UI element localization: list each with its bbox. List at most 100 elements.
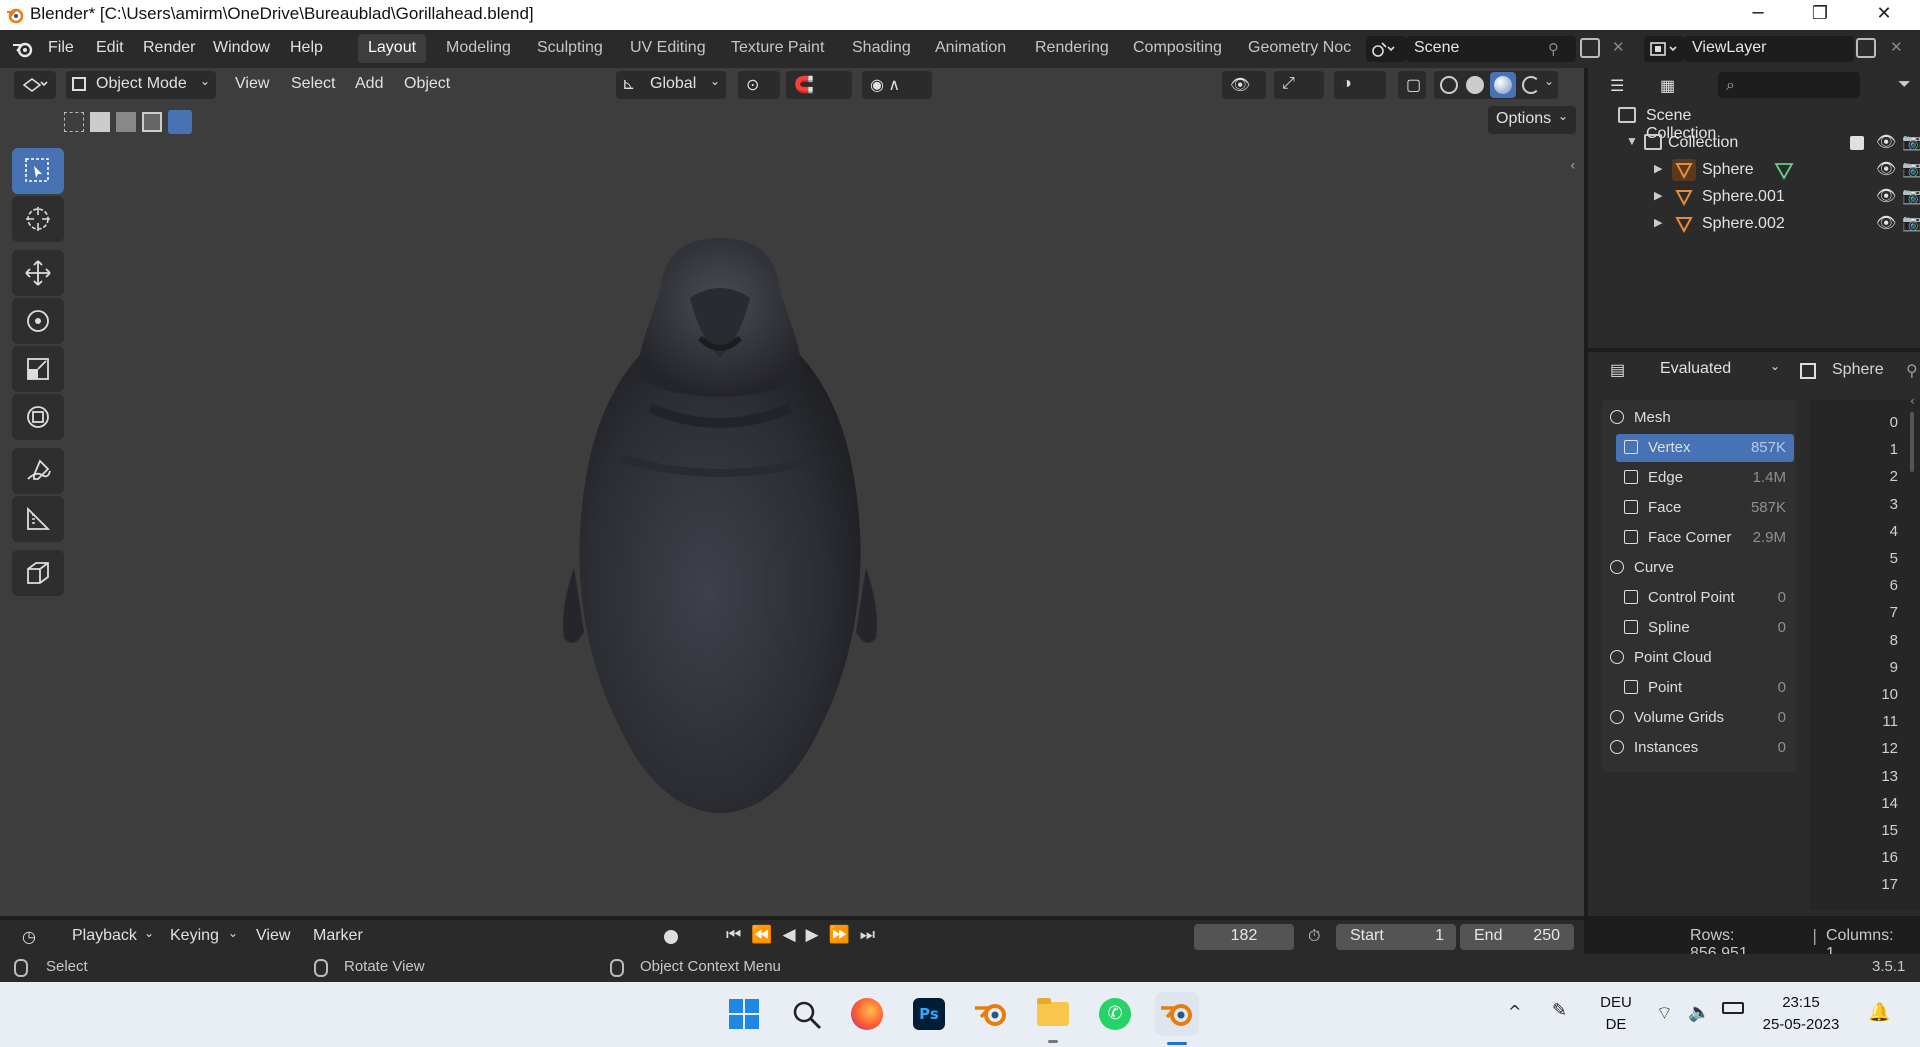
domain-row-volume-grids[interactable]: Volume Grids 0 <box>1602 704 1794 732</box>
keying-menu[interactable]: Keying ⌄ <box>162 923 242 951</box>
delete-viewlayer-icon[interactable]: ✕ <box>1890 38 1903 56</box>
tab-sculpting[interactable]: Sculpting <box>527 34 613 63</box>
new-scene-icon[interactable] <box>1580 38 1600 58</box>
menu-edit[interactable]: Edit <box>96 39 124 57</box>
outliner-search-field[interactable]: ⌕ <box>1718 72 1860 98</box>
filter-icon[interactable]: ⏷ <box>1898 74 1911 94</box>
tool-move[interactable] <box>12 250 64 296</box>
volume-icon[interactable]: 🔈 <box>1688 1002 1710 1023</box>
camera-icon[interactable]: 📷 <box>1902 213 1920 233</box>
tool-scale[interactable] <box>12 346 64 392</box>
outliner-collection[interactable]: ▼ Collection 👁 📷 <box>1626 131 1920 158</box>
domain-row-vertex[interactable]: Vertex 857K <box>1616 434 1794 462</box>
select-extend-icon[interactable] <box>90 112 110 132</box>
menu-view[interactable]: View <box>235 75 269 93</box>
tool-rotate[interactable] <box>12 298 64 344</box>
scene-browse-button[interactable] <box>1366 36 1406 62</box>
chevron-down-icon[interactable]: ⌄ <box>1544 74 1554 88</box>
expand-arrow-icon[interactable]: ▶ <box>1654 189 1662 202</box>
start-frame-field[interactable]: Start 1 <box>1336 924 1456 950</box>
blender-active-icon[interactable] <box>1155 992 1199 1045</box>
language-top[interactable]: DEU <box>1596 994 1636 1011</box>
new-viewlayer-icon[interactable] <box>1856 38 1876 58</box>
pin-icon[interactable]: ⚲ <box>1548 40 1559 58</box>
timeline-marker-menu[interactable]: Marker <box>313 927 363 945</box>
menu-object[interactable]: Object <box>404 75 450 93</box>
expand-arrow-icon[interactable]: ▼ <box>1626 134 1638 148</box>
expand-arrow-icon[interactable]: ▶ <box>1654 162 1662 175</box>
transform-orientation-selector[interactable]: ⊾ Global ⌄ <box>616 71 726 99</box>
tool-add-cube[interactable] <box>12 550 64 596</box>
camera-icon[interactable]: 📷 <box>1902 186 1920 206</box>
tool-select-box[interactable] <box>12 148 64 194</box>
camera-icon[interactable]: 📷 <box>1902 132 1920 152</box>
snap-button[interactable]: 🧲 <box>786 71 852 99</box>
search-icon[interactable] <box>784 992 828 1036</box>
gorilla-head-model[interactable] <box>540 238 900 828</box>
file-explorer-icon[interactable] <box>1031 992 1075 1043</box>
end-frame-field[interactable]: End 250 <box>1460 924 1574 950</box>
domain-row-point-cloud[interactable]: Point Cloud <box>1602 644 1794 672</box>
domain-row-point[interactable]: Point 0 <box>1616 674 1794 702</box>
domain-row-instances[interactable]: Instances 0 <box>1602 734 1794 762</box>
collapse-arrow-icon[interactable]: ‹ <box>1910 394 1915 408</box>
rendered-shading-icon[interactable] <box>1522 76 1540 94</box>
stopwatch-icon[interactable]: ⏱ <box>1308 926 1320 946</box>
solid-shading-icon[interactable] <box>1466 76 1484 94</box>
tool-annotate[interactable] <box>12 448 64 494</box>
viewlayer-browse-button[interactable] <box>1644 36 1684 62</box>
playback-menu[interactable]: Playback ⌄ <box>64 923 158 951</box>
collection-checkbox[interactable] <box>1850 136 1864 150</box>
mode-selector[interactable]: Object Mode ⌄ <box>66 71 216 99</box>
domain-row-edge[interactable]: Edge 1.4M <box>1616 464 1794 492</box>
spreadsheet-editor-type-button[interactable]: ▤ <box>1602 356 1642 384</box>
tray-overflow-icon[interactable]: ^ <box>1508 1002 1521 1021</box>
eye-icon[interactable]: 👁 <box>1876 186 1896 206</box>
tab-uv-editing[interactable]: UV Editing <box>620 34 716 63</box>
domain-row-face[interactable]: Face 587K <box>1616 494 1794 522</box>
menu-render[interactable]: Render <box>143 39 195 57</box>
xray-button[interactable]: ▢ <box>1398 71 1426 99</box>
tool-cursor[interactable] <box>12 196 64 242</box>
maximize-button[interactable]: ❐ <box>1792 0 1848 30</box>
notification-icon[interactable]: 🔔 <box>1868 1002 1890 1023</box>
tab-animation[interactable]: Animation <box>925 34 1016 63</box>
tool-transform[interactable] <box>12 394 64 440</box>
minimize-button[interactable]: ─ <box>1730 0 1786 30</box>
select-new-icon[interactable] <box>64 112 84 132</box>
tab-modeling[interactable]: Modeling <box>436 34 521 63</box>
outliner-row-sphere-002[interactable]: ▶ Sphere.002 👁 📷 <box>1654 212 1920 239</box>
display-evaluated-dropdown[interactable]: Evaluated ⌄ <box>1652 356 1788 384</box>
photoshop-icon[interactable]: Ps <box>907 992 951 1036</box>
outliner-row-sphere[interactable]: ▶ Sphere 👁 📷 <box>1654 158 1920 185</box>
menu-window[interactable]: Window <box>213 39 270 57</box>
sidebar-toggle-icon[interactable]: ‹ <box>1570 158 1576 174</box>
timeline-view-menu[interactable]: View <box>256 927 290 945</box>
select-subtract-icon[interactable] <box>116 112 136 132</box>
overlays-button[interactable]: ◑ <box>1334 71 1386 99</box>
whatsapp-icon[interactable]: ✆ <box>1093 992 1137 1036</box>
viewlayer-name-field[interactable]: ViewLayer <box>1684 36 1854 62</box>
pivot-point-button[interactable]: ⊙ <box>738 71 780 99</box>
domain-row-curve[interactable]: Curve <box>1602 554 1794 582</box>
gizmo-button[interactable]: ⤢ <box>1274 71 1324 99</box>
spreadsheet-scrollbar[interactable] <box>1910 412 1914 472</box>
menu-add[interactable]: Add <box>355 75 383 93</box>
playback-controls[interactable]: ⏮⏪◀▶⏩⏭ <box>726 925 885 945</box>
options-dropdown[interactable]: Options ⌄ <box>1488 106 1576 134</box>
menu-help[interactable]: Help <box>290 39 323 57</box>
camera-icon[interactable]: 📷 <box>1902 159 1920 179</box>
tab-rendering[interactable]: Rendering <box>1025 34 1119 63</box>
select-intersect-icon[interactable] <box>168 110 192 134</box>
outliner-editor-type-button[interactable]: ☰ <box>1602 72 1646 100</box>
domain-row-mesh[interactable]: Mesh <box>1602 404 1794 432</box>
current-frame-field[interactable]: 182 <box>1194 924 1294 950</box>
tab-layout[interactable]: Layout <box>358 34 427 63</box>
auto-keying-button[interactable] <box>660 928 690 946</box>
pen-icon[interactable]: ✎ <box>1552 1000 1567 1021</box>
wifi-icon[interactable]: ⌔ <box>1656 1002 1673 1025</box>
pin-icon[interactable]: ⚲ <box>1906 361 1918 380</box>
proportional-edit-button[interactable]: ◉ ∧ <box>862 71 932 99</box>
expand-arrow-icon[interactable]: ▶ <box>1654 216 1662 229</box>
3d-viewport[interactable] <box>0 68 1584 916</box>
